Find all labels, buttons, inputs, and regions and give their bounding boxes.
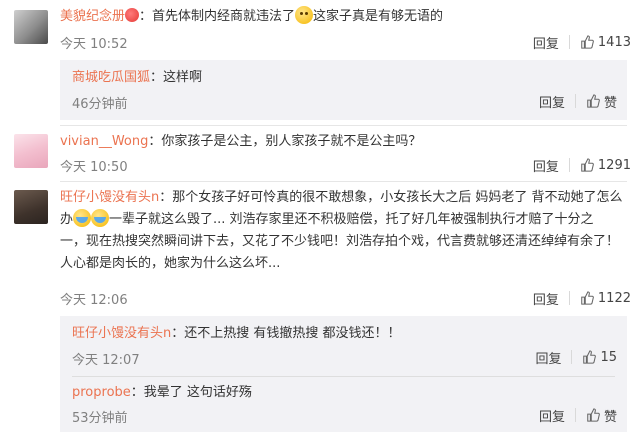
like-count: 赞 xyxy=(603,95,617,111)
reply-list: 旺仔小馒没有头n：还不上热搜 有钱撤热搜 都没钱还！！ 今天 12:07 回复 … xyxy=(60,316,627,432)
comment-body: 一辈子就这么毁了... 刘浩存家里还不积极赔偿，托了好几年被强制执行才赔了十分之 xyxy=(109,212,594,227)
crying-emoji-icon xyxy=(73,209,92,227)
comment-time: 今天 10:50 xyxy=(60,160,128,175)
like-button[interactable]: 赞 xyxy=(576,93,627,111)
comment-body: ：那个女孩子好可怜真的很不敢想象，小女孩长大之后 妈妈老了 背不动她了怎么 xyxy=(159,190,623,205)
thumbs-up-icon xyxy=(583,350,597,364)
comment-actions: 回复 1413 xyxy=(523,32,641,52)
like-count: 15 xyxy=(600,349,617,365)
reply-time: 46分钟前 xyxy=(72,97,128,112)
comment-text-line: 办 一辈子就这么毁了... 刘浩存家里还不积极赔偿，托了好几年被强制执行才赔了十分… xyxy=(60,209,627,231)
comment-body: ：首先体制内经商就违法了 xyxy=(139,9,296,24)
reply-time: 53分钟前 xyxy=(72,411,128,426)
reply-actions: 回复 赞 xyxy=(529,91,627,111)
reply-username[interactable]: 旺仔小馒没有头n xyxy=(72,326,171,341)
thumbs-up-icon xyxy=(581,158,594,172)
reply-list: 商城吃瓜国狐：这样啊 46分钟前 回复 赞 xyxy=(60,60,627,120)
like-count: 1122 xyxy=(597,290,631,306)
comment-text-line: 人心都是肉长的，她家为什么这么坏... xyxy=(60,253,627,275)
comment-body: 办 xyxy=(60,212,74,227)
reply-button[interactable]: 回复 xyxy=(529,93,575,111)
comment-text: vivian__Wong：你家孩子是公主，别人家孩子就不是公主吗？ xyxy=(60,131,627,153)
like-button[interactable]: 15 xyxy=(572,349,627,365)
thumbs-up-icon xyxy=(587,94,600,108)
reply-text: 商城吃瓜国狐：这样啊 xyxy=(72,68,202,88)
reply-actions: 回复 15 xyxy=(525,347,627,367)
like-count: 1413 xyxy=(597,34,631,50)
reply-button[interactable]: 回复 xyxy=(523,290,569,308)
reply-username[interactable]: proprobe xyxy=(72,385,131,400)
reply-divider xyxy=(72,376,615,377)
reply-text: 旺仔小馒没有头n：还不上热搜 有钱撤热搜 都没钱还！！ xyxy=(72,324,401,344)
comment-body-cont: 这家子真是有够无语的 xyxy=(313,9,444,24)
face-emoji-icon xyxy=(295,6,314,24)
comment-time: 今天 12:06 xyxy=(60,293,128,308)
like-button[interactable]: 1122 xyxy=(570,290,641,306)
like-button[interactable]: 1291 xyxy=(570,157,641,173)
like-button[interactable]: 1413 xyxy=(570,34,641,50)
reply-body: ：我晕了 这句话好殇 xyxy=(130,385,252,400)
reply-time: 今天 12:07 xyxy=(72,353,140,368)
comment-username[interactable]: 旺仔小馒没有头n xyxy=(60,190,159,205)
reply-username[interactable]: 商城吃瓜国狐 xyxy=(72,70,150,85)
comment-actions: 回复 1122 xyxy=(523,288,641,308)
avatar[interactable] xyxy=(14,134,48,168)
comment-text-line: 旺仔小馒没有头n：那个女孩子好可怜真的很不敢想象，小女孩长大之后 妈妈老了 背不… xyxy=(60,187,627,209)
like-count: 赞 xyxy=(603,409,617,425)
comment-divider xyxy=(60,125,627,126)
reply-text: proprobe：我晕了 这句话好殇 xyxy=(72,383,252,403)
comment-text-line: 一，现在热搜突然瞬间讲下去，又花了不少钱吧！刘浩存拍个戏，代言费就够还清还绰绰有… xyxy=(60,231,627,253)
thumbs-up-icon xyxy=(581,291,594,305)
reply-body: ：还不上热搜 有钱撤热搜 都没钱还！！ xyxy=(171,326,401,341)
comment-divider xyxy=(60,181,627,182)
avatar[interactable] xyxy=(14,190,48,224)
crying-emoji-icon xyxy=(91,209,110,227)
avatar[interactable] xyxy=(14,10,48,44)
reply-button[interactable]: 回复 xyxy=(529,407,575,425)
reply-button[interactable]: 回复 xyxy=(523,157,569,175)
comment-actions: 回复 1291 xyxy=(523,155,641,175)
heart-badge-icon xyxy=(125,8,140,22)
comment-time: 今天 10:52 xyxy=(60,37,128,52)
reply-body: ：这样啊 xyxy=(150,70,203,85)
thumbs-up-icon xyxy=(581,35,594,49)
like-count: 1291 xyxy=(597,157,631,173)
reply-actions: 回复 赞 xyxy=(529,405,627,425)
reply-button[interactable]: 回复 xyxy=(523,34,569,52)
comment-body: ：你家孩子是公主，别人家孩子就不是公主吗？ xyxy=(148,134,422,149)
comment-body: 一，现在热搜突然瞬间讲下去，又花了不少钱吧！刘浩存拍个戏，代言费就够还清还绰绰有… xyxy=(60,234,620,249)
like-button[interactable]: 赞 xyxy=(576,407,627,425)
comment-username[interactable]: vivian__Wong xyxy=(60,134,148,149)
comment-username[interactable]: 美貌纪念册 xyxy=(60,9,125,24)
comment-text: 美貌纪念册 ：首先体制内经商就违法了 这家子真是有够无语的 xyxy=(60,6,627,28)
thumbs-up-icon xyxy=(587,408,600,422)
reply-button[interactable]: 回复 xyxy=(525,349,571,367)
comment-body: 人心都是肉长的，她家为什么这么坏... xyxy=(60,256,281,271)
